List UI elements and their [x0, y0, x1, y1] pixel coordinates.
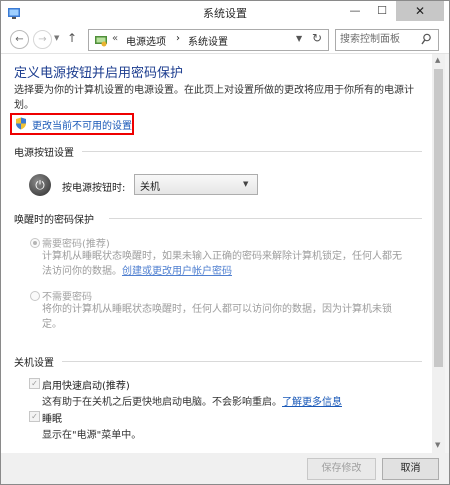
vertical-scrollbar[interactable]: ▲ ▼ [432, 54, 445, 453]
fast-startup-desc-text: 这有助于在关机之后更快地启动电脑。不会影响重启。 [42, 397, 282, 408]
title-bar: 系统设置 — ☐ ✕ [1, 1, 449, 25]
wake-password-section-header: 唤醒时的密码保护 [14, 211, 424, 226]
back-button[interactable]: ← [10, 30, 29, 49]
power-button-action-value: 关机 [140, 182, 160, 193]
require-password-radio[interactable] [30, 238, 40, 248]
fast-startup-label: 启用快速启动(推荐) [42, 381, 130, 392]
search-input[interactable] [340, 32, 414, 46]
sleep-checkbox[interactable]: ✓ [29, 411, 40, 422]
section-divider [109, 218, 422, 219]
close-button[interactable]: ✕ [396, 1, 444, 21]
power-button-action-select[interactable]: 关机 ▼ [134, 174, 258, 195]
no-password-radio[interactable] [30, 291, 40, 301]
wake-password-section-title: 唤醒时的密码保护 [14, 211, 100, 226]
address-bar[interactable]: « 电源选项 › 系统设置 ▼ ↻ [88, 29, 329, 51]
minimize-button[interactable]: — [342, 1, 368, 21]
shutdown-section-header: 关机设置 [14, 354, 424, 369]
sleep-description: 显示在"电源"菜单中。 [42, 430, 142, 441]
page-description: 选择要为你的计算机设置的电源设置。在此页上对设置所做的更改将应用于你所有的电源计… [14, 85, 414, 111]
sleep-label: 睡眠 [42, 414, 62, 425]
section-divider [62, 361, 422, 362]
power-button-icon: ⏻ [29, 174, 51, 196]
save-changes-button[interactable]: 保存修改 [307, 458, 376, 480]
learn-more-link[interactable]: 了解更多信息 [282, 397, 342, 408]
search-icon[interactable] [421, 33, 431, 46]
no-password-desc-line2: 定。 [42, 319, 62, 330]
address-dropdown-icon[interactable]: ▼ [296, 34, 302, 43]
breadcrumb-system-settings[interactable]: 系统设置 [188, 33, 228, 48]
dialog-footer: 保存修改 取消 [1, 453, 449, 484]
no-password-label: 不需要密码 [42, 292, 92, 303]
navigation-bar: ← → ▼ ↑ « 电源选项 › 系统设置 ▼ ↻ [1, 25, 449, 54]
breadcrumb-prefix: « [112, 33, 119, 44]
refresh-button[interactable]: ↻ [312, 31, 322, 45]
require-password-desc-line1: 计算机从睡眠状态唤醒时，如果未输入正确的密码来解除计算机锁定，任何人都无 [42, 251, 402, 262]
shutdown-section-title: 关机设置 [14, 354, 60, 369]
system-settings-window: 系统设置 — ☐ ✕ ← → ▼ ↑ « 电源选项 › 系统设置 ▼ ↻ 搜索控… [0, 0, 450, 485]
require-password-description: 计算机从睡眠状态唤醒时，如果未输入正确的密码来解除计算机锁定，任何人都无 法访问… [42, 249, 422, 279]
fast-startup-checkbox[interactable]: ✓ [29, 378, 40, 389]
require-password-label: 需要密码(推荐) [42, 239, 110, 250]
page-title: 定义电源按钮并启用密码保护 [14, 66, 184, 81]
power-button-section-header: 电源按钮设置 [14, 144, 424, 159]
chevron-down-icon: ▼ [243, 180, 249, 188]
cancel-button[interactable]: 取消 [382, 458, 439, 480]
scroll-up-icon[interactable]: ▲ [435, 56, 440, 64]
change-settings-label: 更改当前不可用的设置 [32, 121, 132, 132]
power-button-section-title: 电源按钮设置 [14, 144, 80, 159]
create-change-password-link[interactable]: 创建或更改用户帐户密码 [122, 266, 232, 277]
forward-button[interactable]: → [33, 30, 52, 49]
change-unavailable-settings-link[interactable]: 更改当前不可用的设置 [10, 113, 134, 135]
recent-locations-chevron-icon[interactable]: ▼ [54, 34, 59, 42]
fast-startup-description: 这有助于在关机之后更快地启动电脑。不会影响重启。了解更多信息 [42, 393, 342, 408]
up-button[interactable]: ↑ [67, 31, 77, 45]
power-options-icon [95, 36, 107, 47]
power-button-label: 按电源按钮时: [62, 183, 126, 194]
no-password-desc-line1: 将你的计算机从睡眠状态唤醒时，任何人都可以访问你的数据，因为计算机未锁 [42, 304, 392, 315]
search-box[interactable] [335, 29, 439, 51]
require-password-desc-line2-text: 法访问你的数据。 [42, 266, 122, 277]
main-content: 定义电源按钮并启用密码保护 选择要为你的计算机设置的电源设置。在此页上对设置所做… [1, 54, 432, 453]
no-password-description: 将你的计算机从睡眠状态唤醒时，任何人都可以访问你的数据，因为计算机未锁 定。 [42, 302, 422, 332]
breadcrumb-power-options[interactable]: 电源选项 [126, 33, 166, 48]
scroll-down-icon[interactable]: ▼ [435, 441, 440, 449]
section-divider [82, 151, 422, 152]
breadcrumb-separator: › [176, 33, 180, 44]
scrollbar-thumb[interactable] [434, 69, 443, 367]
require-password-desc-line2: 法访问你的数据。创建或更改用户帐户密码 [42, 264, 422, 279]
maximize-button[interactable]: ☐ [369, 1, 395, 21]
uac-shield-icon [16, 117, 26, 130]
